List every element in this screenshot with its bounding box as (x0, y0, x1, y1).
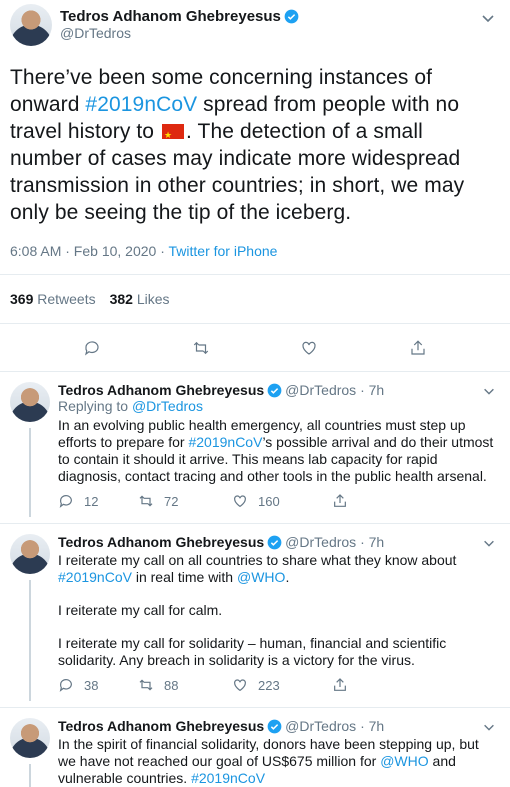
heart-icon (232, 493, 248, 509)
share-action[interactable] (332, 677, 362, 693)
retweet-action[interactable]: 88 (138, 677, 218, 693)
heart-icon (232, 677, 248, 693)
author-name[interactable]: Tedros Adhanom Ghebreyesus (58, 534, 264, 550)
author-name[interactable]: Tedros Adhanom Ghebreyesus (58, 382, 264, 398)
thread-connector (29, 428, 31, 517)
mention-link[interactable]: @WHO (237, 569, 285, 585)
main-tweet-header: Tedros Adhanom Ghebreyesus @DrTedros (10, 0, 500, 64)
author-handle[interactable]: @DrTedros · 7h (285, 534, 384, 550)
like-action[interactable]: 160 (232, 493, 332, 509)
avatar[interactable] (10, 382, 50, 422)
reply-action[interactable]: 12 (58, 493, 138, 509)
main-tweet: Tedros Adhanom Ghebreyesus @DrTedros The… (0, 0, 510, 372)
retweets-stat[interactable]: 369 Retweets (10, 291, 96, 307)
chevron-down-icon[interactable] (482, 720, 496, 734)
avatar[interactable] (10, 4, 52, 46)
hashtag-link[interactable]: #2019nCoV (191, 770, 265, 786)
avatar[interactable] (10, 534, 50, 574)
tweet-meta: 6:08 AM · Feb 10, 2020 · Twitter for iPh… (10, 243, 500, 259)
retweet-count: 88 (164, 677, 179, 693)
china-flag-emoji (162, 122, 185, 149)
reply-tweet[interactable]: Tedros Adhanom Ghebreyesus @DrTedros · 7… (0, 708, 510, 787)
reply-count: 38 (84, 677, 99, 693)
reply-text: In the spirit of financial solidarity, d… (58, 736, 500, 787)
chevron-down-icon[interactable] (480, 10, 496, 26)
reply-actions: 38 88 223 (58, 669, 500, 701)
reply-tweet[interactable]: Tedros Adhanom Ghebreyesus @DrTedros · 7… (0, 372, 510, 517)
chevron-down-icon[interactable] (482, 384, 496, 398)
reply-count: 12 (84, 493, 99, 509)
tweet-text: There’ve been some concerning instances … (10, 64, 500, 226)
replying-to: Replying to @DrTedros (58, 398, 500, 415)
author-name[interactable]: Tedros Adhanom Ghebreyesus (58, 718, 264, 734)
share-icon (332, 677, 348, 693)
likes-stat[interactable]: 382 Likes (110, 291, 170, 307)
verified-badge-icon (267, 535, 282, 550)
reply-text: I reiterate my call on all countries to … (58, 552, 500, 669)
retweet-icon (138, 677, 154, 693)
verified-badge-icon (267, 719, 282, 734)
tweet-timestamp[interactable]: 6:08 AM · Feb 10, 2020 · (10, 243, 169, 259)
thread-connector (29, 764, 31, 787)
share-icon[interactable] (409, 339, 427, 357)
author-info: Tedros Adhanom Ghebreyesus @DrTedros (60, 4, 299, 41)
share-action[interactable] (332, 493, 362, 509)
author-handle[interactable]: @DrTedros · 7h (285, 382, 384, 398)
like-action[interactable]: 223 (232, 677, 332, 693)
hashtag-link[interactable]: #2019nCoV (58, 569, 132, 585)
author-name[interactable]: Tedros Adhanom Ghebreyesus (60, 8, 281, 25)
reply-text-part: in real time with (131, 569, 237, 585)
reply-text: In an evolving public health emergency, … (58, 417, 500, 485)
reply-tweet[interactable]: Tedros Adhanom Ghebreyesus @DrTedros · 7… (0, 524, 510, 701)
reply-action[interactable]: 38 (58, 677, 138, 693)
retweets-count: 369 (10, 291, 34, 307)
reply-icon[interactable] (83, 339, 101, 357)
main-tweet-actions (10, 324, 500, 371)
engagement-stats: 369 Retweets 382 Likes (10, 275, 500, 323)
reply-icon (58, 493, 74, 509)
mention-link[interactable]: @WHO (380, 753, 428, 769)
reply-paragraph: I reiterate my call for solidarity – hum… (58, 635, 447, 668)
like-count: 160 (258, 493, 280, 509)
retweet-icon (138, 493, 154, 509)
author-handle[interactable]: @DrTedros · 7h (285, 718, 384, 734)
retweets-label: Retweets (37, 291, 96, 307)
reply-icon (58, 677, 74, 693)
mention-link[interactable]: @DrTedros (132, 398, 203, 414)
retweet-action[interactable]: 72 (138, 493, 218, 509)
reply-paragraph: I reiterate my call for calm. (58, 602, 223, 618)
reply-text-part: . (285, 569, 290, 585)
reply-text-part: I reiterate my call on all countries to … (58, 552, 457, 568)
avatar[interactable] (10, 718, 50, 758)
thread-connector (29, 580, 31, 701)
verified-badge-icon (267, 383, 282, 398)
hashtag-link[interactable]: #2019nCoV (85, 93, 197, 116)
heart-icon[interactable] (300, 339, 318, 357)
share-icon (332, 493, 348, 509)
likes-count: 382 (109, 291, 133, 307)
retweet-icon[interactable] (192, 339, 210, 357)
tweet-source-link[interactable]: Twitter for iPhone (169, 243, 278, 259)
retweet-count: 72 (164, 493, 179, 509)
like-count: 223 (258, 677, 280, 693)
reply-actions: 12 72 160 (58, 485, 500, 517)
hashtag-link[interactable]: #2019nCoV (188, 434, 262, 450)
chevron-down-icon[interactable] (482, 536, 496, 550)
author-handle[interactable]: @DrTedros (60, 25, 299, 41)
verified-badge-icon (284, 9, 299, 24)
replying-to-label: Replying to (58, 398, 132, 414)
likes-label: Likes (136, 291, 170, 307)
